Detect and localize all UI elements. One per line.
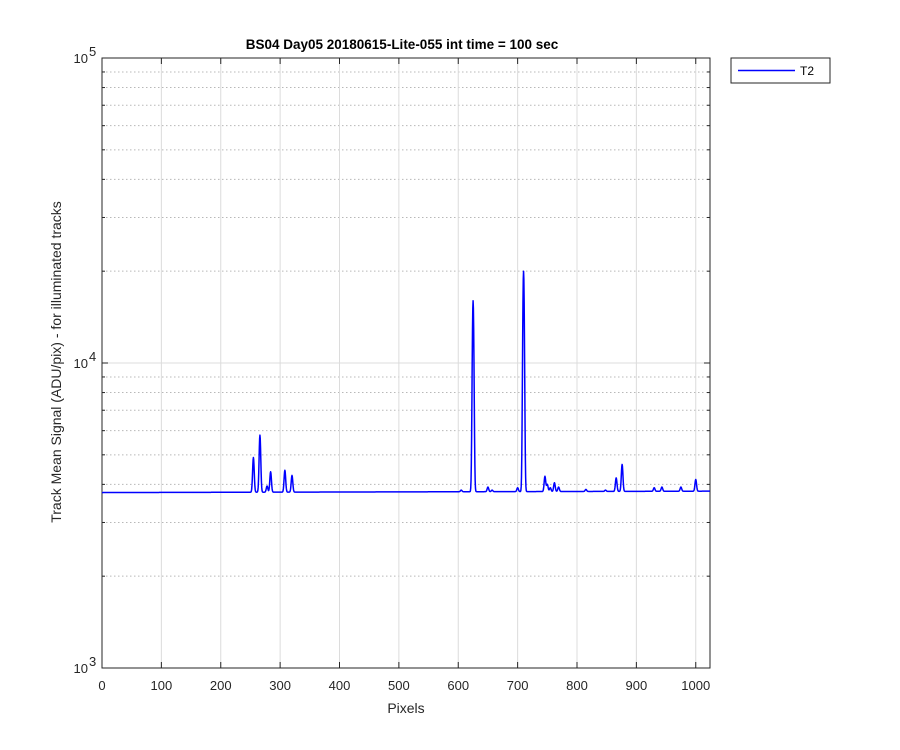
x-tick-label: 1000 bbox=[681, 678, 710, 693]
x-tick-label: 400 bbox=[329, 678, 351, 693]
y-tick-label: 10 bbox=[74, 356, 88, 371]
x-tick-label: 600 bbox=[447, 678, 469, 693]
x-tick-label: 800 bbox=[566, 678, 588, 693]
y-tick-exponent: 5 bbox=[89, 44, 96, 59]
x-tick-label: 300 bbox=[269, 678, 291, 693]
y-tick-label: 10 bbox=[74, 51, 88, 66]
chart: 0 100 200 300 400 500 600 700 800 900 1000 10 310 41… bbox=[0, 0, 900, 750]
chart-title: BS04 Day05 20180615-Lite-055 int time = … bbox=[246, 37, 559, 52]
legend-entry-t2: T2 bbox=[800, 64, 814, 78]
x-tick-label: 500 bbox=[388, 678, 410, 693]
x-tick-label: 100 bbox=[151, 678, 173, 693]
x-tick-label: 200 bbox=[210, 678, 232, 693]
x-tick-label: 0 bbox=[98, 678, 105, 693]
y-axis-label: Track Mean Signal (ADU/pix) - for illumi… bbox=[48, 201, 64, 523]
y-tick-exponent: 4 bbox=[89, 349, 96, 364]
x-tick-label: 900 bbox=[626, 678, 648, 693]
y-tick-label: 10 bbox=[74, 661, 88, 676]
x-axis-label: Pixels bbox=[387, 700, 424, 716]
legend[interactable]: T2 bbox=[730, 57, 831, 84]
x-tick-label: 700 bbox=[507, 678, 529, 693]
y-tick-exponent: 3 bbox=[89, 654, 96, 669]
